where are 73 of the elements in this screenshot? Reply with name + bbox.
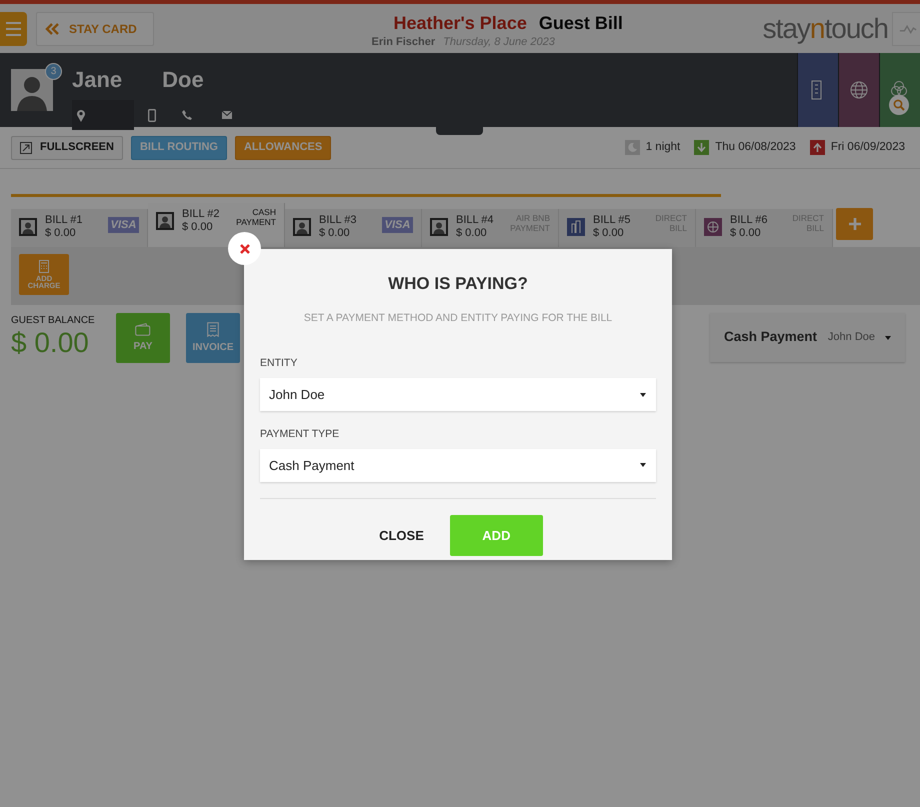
field-label: PAYMENT TYPE <box>260 427 340 442</box>
side-tab[interactable] <box>797 53 838 127</box>
bill-label: BILL #2 <box>182 208 220 222</box>
search-icon <box>893 99 905 111</box>
bill-amount: $ 0.00 <box>182 221 214 234</box>
bill-tab[interactable]: BILL #1 $ 0.00 VISA <box>11 209 148 247</box>
calculator-icon <box>39 260 49 272</box>
chart-line-icon <box>899 22 917 34</box>
payment-type-text: Cash Payment <box>724 328 818 346</box>
location-pin-icon <box>76 108 86 122</box>
mobile-phone-icon[interactable] <box>148 108 156 122</box>
card-logo: VISA <box>108 217 139 233</box>
balance-amount: $ 0.00 <box>11 328 89 359</box>
arrow-down-icon <box>697 143 706 152</box>
close-button[interactable]: CLOSE <box>373 524 430 546</box>
plus-icon <box>848 218 860 230</box>
expand-icon <box>20 142 32 154</box>
card-logo: VISA <box>382 217 413 233</box>
bill-amount: $ 0.00 <box>456 227 488 240</box>
dialog-subtitle: SET A PAYMENT METHOD AND ENTITY PAYING FOR THE BILL <box>302 310 614 326</box>
double-chevron-icon <box>45 22 59 34</box>
bill-label: BILL #3 <box>319 214 357 228</box>
side-tab[interactable] <box>838 53 879 127</box>
balance-label: GUEST BALANCE <box>11 314 95 328</box>
nights-text: 1 night <box>646 140 680 155</box>
departure-date: Fri 06/09/2023 <box>830 140 905 155</box>
select-field[interactable]: Cash Payment <box>260 448 656 482</box>
phone-icon[interactable] <box>182 110 192 120</box>
collapse-handle[interactable] <box>436 127 483 135</box>
person-icon <box>156 212 174 230</box>
entity-text: John Doe <box>828 330 875 346</box>
hotel-name: Heather's Place <box>393 12 527 34</box>
moon-icon <box>628 143 637 152</box>
count-badge: 3 <box>45 63 62 80</box>
bill-label: BILL #1 <box>45 214 83 228</box>
building-icon <box>567 218 585 236</box>
receipt-icon <box>207 322 219 336</box>
select-field[interactable]: John Doe <box>260 378 656 411</box>
bill-tab[interactable]: BILL #3 $ 0.00 VISA <box>285 209 422 247</box>
arrival-date: Thu 06/08/2023 <box>715 140 796 155</box>
bill-label: BILL #6 <box>730 214 768 228</box>
logo: stayntouch <box>762 12 888 46</box>
person-icon <box>430 218 448 236</box>
caret-icon <box>640 392 646 396</box>
first-name: Jane <box>72 66 122 94</box>
bill-amount: $ 0.00 <box>730 227 762 240</box>
fullscreen-button[interactable]: FULLSCREEN <box>11 136 123 160</box>
last-name: Doe <box>162 66 204 94</box>
payment-type: CASH PAYMENT <box>235 208 276 228</box>
payment-summary-dropdown[interactable]: Cash Payment John Doe <box>710 313 905 362</box>
close-icon <box>240 244 250 254</box>
person-icon <box>19 218 37 236</box>
bill-amount: $ 0.00 <box>319 227 351 240</box>
mail-icon[interactable] <box>222 111 232 119</box>
search-button[interactable] <box>889 95 909 115</box>
bill-label: BILL #5 <box>593 214 631 228</box>
address-field[interactable] <box>72 100 134 130</box>
globe-icon <box>704 218 722 236</box>
caret-icon <box>640 463 646 468</box>
bill-label: BILL #4 <box>456 214 494 228</box>
page-title: Guest Bill <box>538 12 623 34</box>
bill-amount: $ 0.00 <box>45 227 77 240</box>
person-icon <box>293 218 311 236</box>
arrow-up-icon <box>812 143 822 152</box>
globe-icon <box>850 80 868 100</box>
wallet-icon <box>135 322 151 336</box>
side-tab[interactable] <box>879 53 920 127</box>
avatar-icon <box>11 69 53 111</box>
dialog-title: WHO IS PAYING? <box>387 273 529 295</box>
field-label: ENTITY <box>260 356 298 372</box>
caret-icon <box>885 336 891 340</box>
user-name: Erin Fischer <box>372 36 436 48</box>
bill-amount: $ 0.00 <box>593 227 625 240</box>
